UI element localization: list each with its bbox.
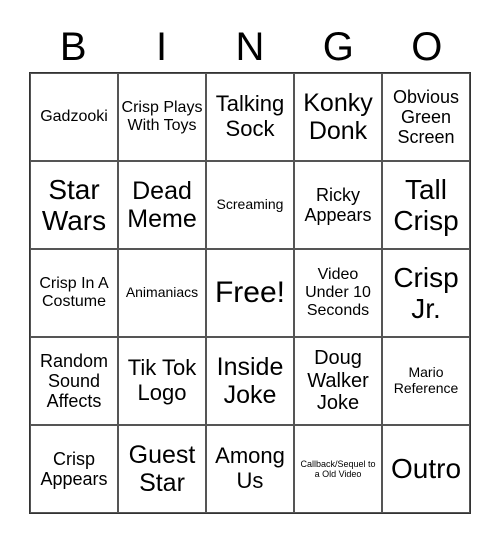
bingo-cell[interactable]: Among Us	[206, 425, 294, 513]
bingo-cell-label: Crisp Plays With Toys	[121, 99, 203, 134]
bingo-cell-label: Guest Star	[128, 441, 196, 497]
bingo-cell[interactable]: Talking Sock	[206, 73, 294, 161]
bingo-cell-label: Ricky Appears	[304, 184, 372, 225]
bingo-cell[interactable]: Animaniacs	[118, 249, 206, 337]
bingo-cell[interactable]: Screaming	[206, 161, 294, 249]
bingo-cell-label: Random Sound Affects	[39, 350, 109, 412]
header-letter-b: B	[59, 25, 87, 69]
bingo-cell-label: Konky Donk	[303, 89, 373, 145]
bingo-grid: Gadzooki Crisp Plays With Toys Talking Soc…	[29, 72, 471, 514]
bingo-cell-label: Animaniacs	[125, 284, 199, 301]
bingo-cell[interactable]: Tall Crisp	[382, 161, 470, 249]
bingo-cell[interactable]: Video Under 10 Seconds	[294, 249, 382, 337]
bingo-cell[interactable]: Obvious Green Screen	[382, 73, 470, 161]
bingo-cell-label: Inside Joke	[216, 353, 284, 409]
bingo-cell-label: Free!	[214, 276, 286, 310]
bingo-cell-label: Mario Reference	[393, 364, 459, 396]
bingo-cell-label: Screaming	[216, 196, 284, 213]
bingo-cell-label: Crisp In A Costume	[39, 275, 109, 310]
header-letter-n: N	[235, 25, 265, 69]
bingo-cell-label: Tik Tok Logo	[127, 355, 197, 405]
bingo-cell[interactable]: Guest Star	[118, 425, 206, 513]
header-letter-g: G	[322, 25, 354, 69]
bingo-cell-label: Crisp Appears	[40, 448, 108, 489]
bingo-cell[interactable]: Crisp Plays With Toys	[118, 73, 206, 161]
bingo-cell[interactable]: Crisp Appears	[30, 425, 118, 513]
bingo-cell-label: Star Wars	[41, 173, 107, 236]
bingo-cell-label: Tall Crisp	[393, 173, 459, 236]
header-letter-i: I	[156, 25, 168, 69]
bingo-header: B I N G O	[29, 22, 471, 72]
bingo-cell[interactable]: Doug Walker Joke	[294, 337, 382, 425]
bingo-cell[interactable]: Crisp In A Costume	[30, 249, 118, 337]
bingo-cell[interactable]: Inside Joke	[206, 337, 294, 425]
bingo-cell-label: Dead Meme	[127, 177, 197, 233]
bingo-cell[interactable]: Tik Tok Logo	[118, 337, 206, 425]
bingo-cell-label: Callback/Sequel to a Old Video	[300, 458, 376, 479]
bingo-cell-label: Talking Sock	[215, 91, 285, 141]
bingo-cell[interactable]: Random Sound Affects	[30, 337, 118, 425]
bingo-cell[interactable]: Ricky Appears	[294, 161, 382, 249]
bingo-cell[interactable]: Callback/Sequel to a Old Video	[294, 425, 382, 513]
bingo-cell[interactable]: Star Wars	[30, 161, 118, 249]
bingo-cell-free[interactable]: Free!	[206, 249, 294, 337]
bingo-cell-label: Doug Walker Joke	[307, 347, 369, 415]
bingo-cell[interactable]: Konky Donk	[294, 73, 382, 161]
bingo-cell-label: Video Under 10 Seconds	[305, 266, 371, 319]
bingo-cell-label: Crisp Jr.	[393, 261, 459, 324]
bingo-cell-label: Among Us	[215, 443, 285, 493]
bingo-cell-label: Outro	[390, 453, 462, 485]
header-letter-o: O	[411, 25, 443, 69]
bingo-cell[interactable]: Mario Reference	[382, 337, 470, 425]
bingo-cell[interactable]: Outro	[382, 425, 470, 513]
bingo-cell[interactable]: Gadzooki	[30, 73, 118, 161]
bingo-cell[interactable]: Crisp Jr.	[382, 249, 470, 337]
bingo-cell[interactable]: Dead Meme	[118, 161, 206, 249]
bingo-cell-label: Obvious Green Screen	[392, 86, 460, 148]
bingo-cell-label: Gadzooki	[40, 108, 108, 126]
